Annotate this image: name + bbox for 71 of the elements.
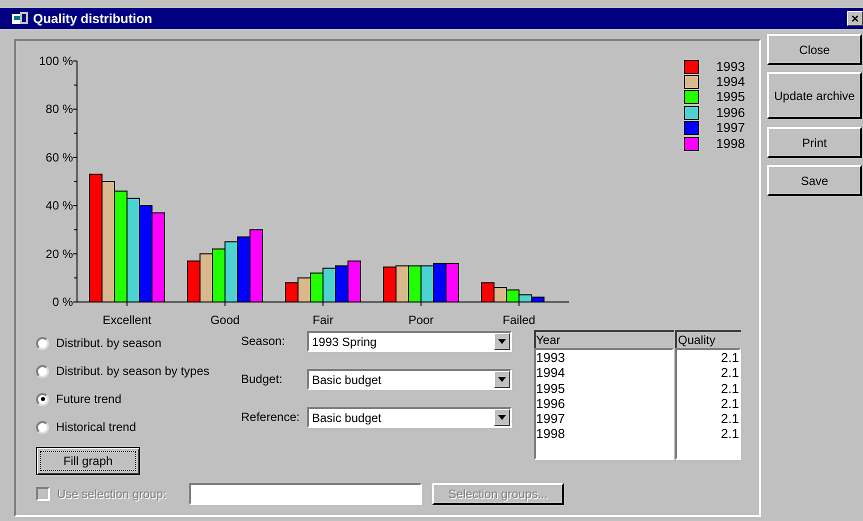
table-cell-text: 1998 — [536, 426, 566, 442]
radio-button[interactable] — [36, 420, 49, 434]
bar — [348, 260, 361, 302]
bar — [200, 253, 213, 302]
selector-label: Season: — [241, 333, 286, 350]
side-button[interactable]: Close — [767, 34, 862, 65]
table-cell-text: 2.1 — [720, 411, 739, 426]
category-label: Failed — [502, 313, 536, 327]
legend-label: 1993 — [716, 60, 745, 74]
selector-label: Budget: — [241, 371, 284, 388]
mode-radio[interactable]: Future trend — [36, 385, 241, 413]
bar — [237, 236, 250, 302]
dropdown[interactable]: 1993 Spring — [307, 331, 512, 352]
y-tick-label: 100 % — [38, 54, 73, 68]
mode-radio[interactable]: Historical trend — [36, 413, 241, 441]
bar — [212, 248, 226, 302]
category-label: Poor — [408, 313, 434, 327]
side-button[interactable]: Print — [767, 127, 862, 158]
column-header[interactable]: Year — [534, 330, 674, 348]
table-cell-text: 1994 — [536, 365, 566, 381]
dropdown[interactable]: Basic budget — [307, 369, 512, 390]
table-cell-text: 1993 — [536, 350, 566, 366]
window-title: Quality distribution — [33, 10, 152, 28]
legend-label: 1995 — [716, 90, 745, 104]
bar — [383, 266, 396, 302]
side-button[interactable]: Update archive — [767, 72, 862, 119]
bar — [408, 265, 422, 302]
bar — [396, 265, 409, 302]
y-tick-label: 20 % — [46, 246, 73, 261]
selection-group-field[interactable] — [189, 483, 422, 505]
mode-radio[interactable]: Distribut. by season by types — [36, 357, 241, 385]
window-app-icon — [12, 12, 28, 26]
category-label: Fair — [312, 313, 334, 327]
bar — [310, 272, 324, 302]
bar — [322, 268, 336, 302]
radio-button[interactable] — [36, 336, 49, 350]
bar — [335, 265, 348, 302]
y-tick-label: 40 % — [46, 198, 73, 213]
bar — [481, 282, 494, 302]
y-tick-label: 60 % — [46, 150, 73, 164]
bar — [420, 265, 434, 302]
bar — [433, 262, 446, 302]
legend-label: 1994 — [716, 75, 745, 90]
table-cell-text: 2.1 — [720, 365, 739, 381]
column-header[interactable]: Quality — [675, 330, 741, 348]
table-cell-text: 2.1 — [720, 380, 739, 396]
bar — [187, 260, 200, 302]
y-tick-label: 0 % — [52, 295, 73, 309]
selector-label: Reference: — [241, 409, 301, 426]
fill-graph-button[interactable]: Fill graph — [36, 447, 140, 475]
radio-button[interactable] — [36, 392, 49, 406]
y-tick-label: 80 % — [46, 102, 73, 116]
table-cell-text: 1996 — [536, 396, 566, 412]
close-button[interactable]: × — [847, 11, 863, 26]
bar — [446, 262, 459, 302]
table-cell-text: 1995 — [536, 380, 566, 396]
table-cell-text: 2.1 — [720, 350, 739, 366]
legend-label: 1996 — [716, 106, 745, 120]
table-cell-text: 2.1 — [720, 396, 739, 412]
legend-label: 1997 — [716, 121, 745, 136]
mode-radio[interactable]: Distribut. by season — [36, 329, 241, 357]
bar — [224, 241, 238, 302]
legend-label: 1998 — [716, 136, 745, 151]
side-button[interactable]: Save — [767, 165, 862, 196]
category-label: Excellent — [102, 313, 152, 327]
selection-group-label: Use selection group: — [57, 486, 168, 503]
category-label: Good — [210, 313, 240, 327]
radio-button[interactable] — [36, 364, 49, 378]
dropdown[interactable]: Basic budget — [307, 407, 512, 428]
table-cell-text: 1997 — [536, 411, 566, 426]
table-cell-text: 2.1 — [720, 426, 739, 442]
